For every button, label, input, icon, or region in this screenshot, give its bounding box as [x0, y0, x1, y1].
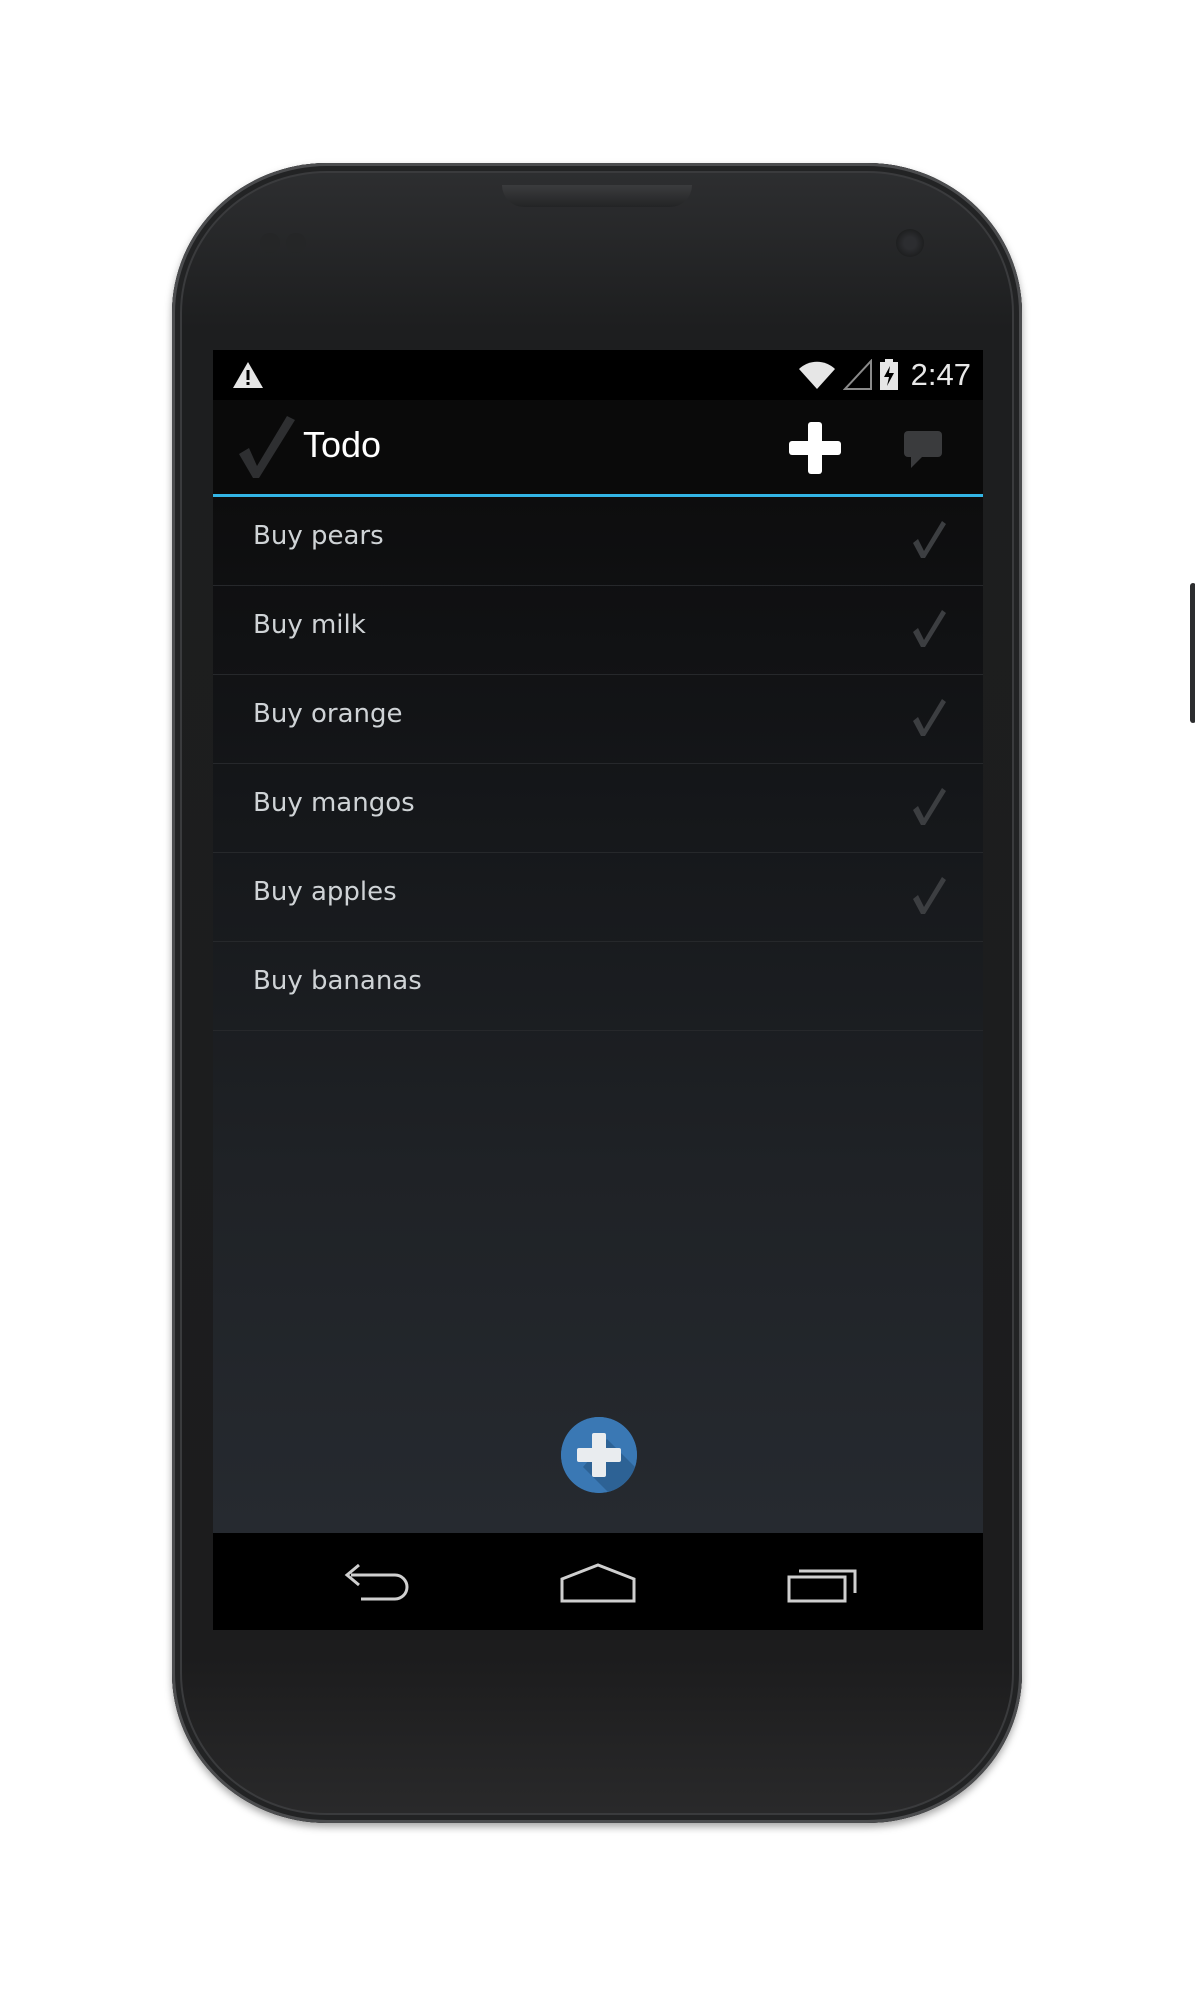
comment-icon[interactable]: [901, 428, 945, 470]
checkmark-icon[interactable]: [911, 697, 947, 737]
todo-label: Buy orange: [253, 699, 403, 729]
checkmark-icon[interactable]: [911, 608, 947, 648]
checkmark-logo-icon: [239, 416, 295, 478]
warning-icon: [233, 362, 263, 388]
status-bar: 2:47: [213, 350, 983, 400]
todo-item[interactable]: Buy mangos: [213, 764, 983, 853]
todo-content: Buy pears Buy milk Buy orange Buy mangos…: [213, 497, 983, 1533]
todo-item[interactable]: Buy bananas: [213, 942, 983, 1031]
add-todo-button[interactable]: [561, 1417, 637, 1493]
todo-item[interactable]: Buy milk: [213, 586, 983, 675]
checkmark-icon[interactable]: [911, 786, 947, 826]
action-bar: Todo: [213, 400, 983, 497]
page: 2:47 Todo Buy pears Buy milk Buy orange …: [0, 0, 1195, 1994]
todo-label: Buy mangos: [253, 788, 415, 818]
recent-apps-icon[interactable]: [783, 1555, 863, 1609]
todo-label: Buy milk: [253, 610, 366, 640]
status-time: 2:47: [910, 357, 971, 392]
signal-icon: [842, 359, 872, 390]
todo-label: Buy pears: [253, 521, 384, 551]
nav-bar: [213, 1533, 983, 1630]
front-camera: [896, 229, 924, 257]
screen: 2:47 Todo Buy pears Buy milk Buy orange …: [213, 350, 983, 1630]
todo-label: Buy apples: [253, 877, 397, 907]
todo-item[interactable]: Buy apples: [213, 853, 983, 942]
wifi-icon: [798, 361, 835, 389]
plus-icon[interactable]: [783, 416, 847, 480]
speaker-grille: [502, 185, 692, 207]
todo-item[interactable]: Buy orange: [213, 675, 983, 764]
status-icons: 2:47: [797, 356, 971, 394]
side-button: [1190, 583, 1195, 723]
home-icon[interactable]: [558, 1555, 638, 1609]
app-title: Todo: [303, 424, 382, 465]
sensor-dots: [260, 233, 316, 253]
todo-label: Buy bananas: [253, 966, 422, 996]
checkmark-icon[interactable]: [911, 519, 947, 559]
todo-item[interactable]: Buy pears: [213, 497, 983, 586]
back-icon[interactable]: [333, 1555, 413, 1609]
todo-list: Buy pears Buy milk Buy orange Buy mangos…: [213, 497, 983, 1031]
checkmark-icon[interactable]: [911, 875, 947, 915]
battery-charging-icon: [879, 359, 898, 390]
